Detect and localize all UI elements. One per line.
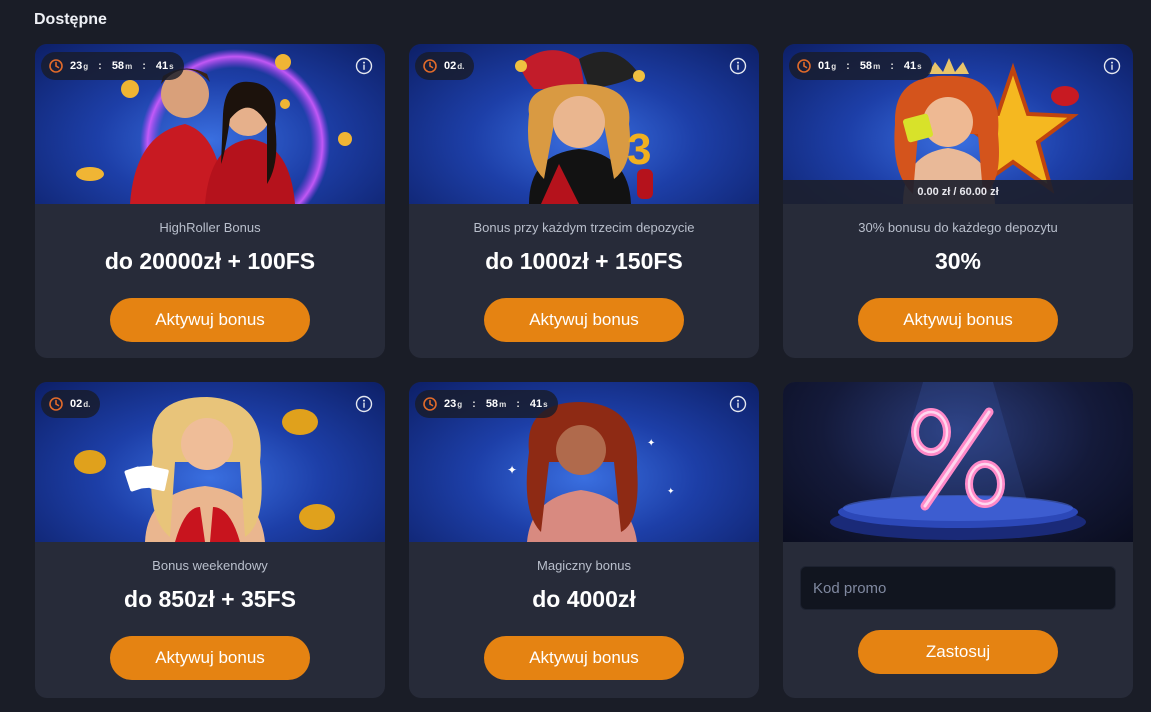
bonus-amount: 30% [934,248,982,274]
svg-text:3: 3 [627,125,651,174]
bonus-details: Bonus weekendowy do 850zł + 35FS Aktywuj… [35,542,385,698]
promo-form: Zastosuj [783,542,1133,698]
section-title: Dostępne [34,11,107,28]
timer-hours: 23 [444,398,457,410]
clock-icon [423,59,437,73]
bonus-image: 02d. [35,382,385,542]
svg-text:✦: ✦ [647,438,655,449]
timer: 02d. [415,52,475,80]
timer-minutes: 58 [111,60,125,72]
timer-seconds: 41 [155,60,169,72]
promo-code-card: Zastosuj [783,382,1133,698]
bonus-card-third-deposit: 3 02d. Bonus przy każdym trzecim depozyc… [409,44,759,358]
timer-seconds: 41 [903,60,917,72]
bonus-subtitle: Bonus weekendowy [152,558,268,573]
info-icon[interactable] [729,395,747,413]
bonus-image: 3 02d. [409,44,759,204]
bonus-amount: do 1000zł + 150FS [485,248,683,274]
timer-hours: 01 [818,60,831,72]
clock-icon [49,59,63,73]
percent-icon [911,407,1005,511]
timer-days: 02 [70,398,83,410]
timer: 02d. [41,390,101,418]
timer: 01g : 58m : 41s [789,52,932,80]
timer-hours: 23 [70,60,83,72]
wagering-progress: 0.00 zł / 60.00 zł [783,180,1133,204]
apply-promo-button[interactable]: Zastosuj [858,630,1058,674]
bonus-details: HighRoller Bonus do 20000zł + 100FS Akty… [35,204,385,358]
activate-bonus-button[interactable]: Aktywuj bonus [110,298,310,342]
bonus-grid: 23g : 58m : 41s HighRoller Bonus do 2000… [35,44,1133,698]
bonus-card-magic: ✦ ✦ ✦ 23g : 58m : 41s Magiczny bonus do … [409,382,759,698]
bonus-subtitle: Bonus przy każdym trzecim depozycie [473,220,695,235]
bonus-image: 23g : 58m : 41s [35,44,385,204]
bonus-details: Magiczny bonus do 4000zł Aktywuj bonus [409,542,759,698]
timer-minutes: 58 [485,398,499,410]
clock-icon [49,397,63,411]
info-icon[interactable] [355,57,373,75]
info-icon[interactable] [1103,57,1121,75]
timer-seconds: 41 [529,398,543,410]
svg-text:✦: ✦ [507,463,517,477]
bonus-subtitle: Magiczny bonus [537,558,631,573]
bonus-card-deposit-percent: 01g : 58m : 41s 0.00 zł / 60.00 zł 30% b… [783,44,1133,358]
bonus-details: 30% bonusu do każdego depozytu 30% Aktyw… [783,204,1133,358]
promo-code-input[interactable] [800,566,1116,610]
timer: 23g : 58m : 41s [41,52,184,80]
activate-bonus-button[interactable]: Aktywuj bonus [484,636,684,680]
bonus-subtitle: 30% bonusu do każdego depozytu [858,220,1058,235]
bonus-card-weekend: 02d. Bonus weekendowy do 850zł + 35FS Ak… [35,382,385,698]
activate-bonus-button[interactable]: Aktywuj bonus [858,298,1058,342]
activate-bonus-button[interactable]: Aktywuj bonus [110,636,310,680]
promo-image [783,382,1133,542]
bonus-amount: do 4000zł [532,586,636,612]
timer: 23g : 58m : 41s [415,390,558,418]
bonus-card-highroller: 23g : 58m : 41s HighRoller Bonus do 2000… [35,44,385,358]
timer-minutes: 58 [859,60,873,72]
bonus-image: ✦ ✦ ✦ 23g : 58m : 41s [409,382,759,542]
info-icon[interactable] [355,395,373,413]
info-icon[interactable] [729,57,747,75]
clock-icon [423,397,437,411]
bonus-image: 01g : 58m : 41s 0.00 zł / 60.00 zł [783,44,1133,204]
bonus-amount: do 20000zł + 100FS [104,248,316,274]
bonus-amount: do 850zł + 35FS [124,586,296,612]
timer-days: 02 [444,60,457,72]
bonus-subtitle: HighRoller Bonus [159,220,261,235]
activate-bonus-button[interactable]: Aktywuj bonus [484,298,684,342]
bonus-details: Bonus przy każdym trzecim depozycie do 1… [409,204,759,358]
clock-icon [797,59,811,73]
svg-text:✦: ✦ [667,486,675,496]
